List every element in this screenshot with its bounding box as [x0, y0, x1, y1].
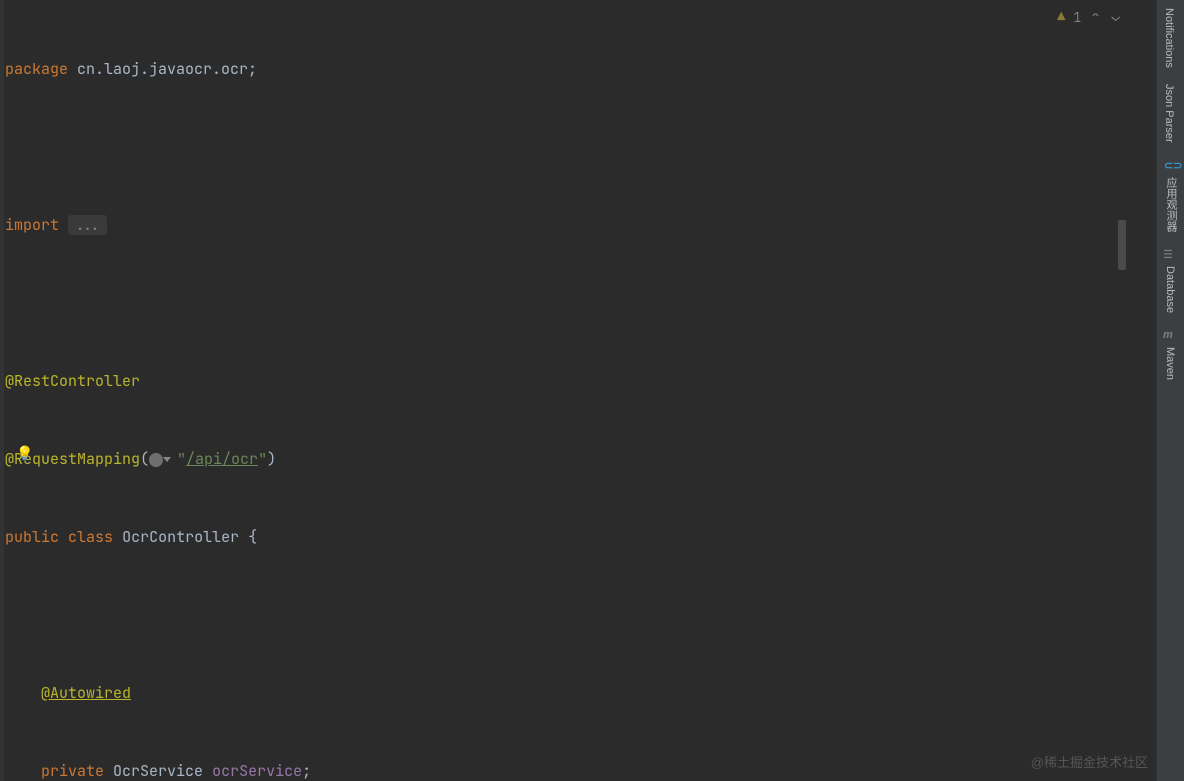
url-gutter-icon[interactable] [149, 446, 177, 472]
prev-highlight-button[interactable]: ⌃ [1089, 8, 1101, 26]
globe-icon [149, 453, 163, 467]
intention-bulb-icon[interactable]: 💡 [16, 445, 32, 461]
maven-icon: m [1163, 329, 1177, 343]
annotation-autowired: @Autowired [41, 683, 131, 703]
field-ocrservice: ocrService [212, 761, 302, 781]
sidebar-label: Json Parser [1163, 84, 1175, 143]
warning-count: 1 [1073, 9, 1081, 26]
warning-icon: ▲ [1057, 8, 1065, 26]
observer-icon: ⊂⊃ [1164, 159, 1178, 173]
inspection-widget[interactable]: ▲ 1 ⌃ ⌄ [1057, 8, 1122, 26]
sidebar-maven[interactable]: m Maven [1157, 321, 1183, 388]
editor-gutter [0, 0, 4, 781]
class-name: OcrController [122, 527, 239, 547]
database-icon: ☰ [1163, 248, 1177, 262]
scroll-thumb[interactable] [1118, 220, 1126, 270]
annotation-restcontroller: @RestController [5, 371, 140, 391]
keyword-import: import [5, 215, 59, 235]
folded-imports[interactable]: ... [68, 215, 107, 235]
sidebar-app-observer[interactable]: ⊂⊃ 应用观测器 [1157, 151, 1184, 240]
code-editor[interactable]: ▲ 1 ⌃ ⌄ package cn.laoj.javaocr.ocr; imp… [0, 0, 1156, 781]
keyword-package: package [5, 59, 68, 79]
api-path: /api/ocr [186, 449, 258, 469]
sidebar-json-parser[interactable]: Json Parser [1157, 76, 1181, 151]
sidebar-label: Maven [1164, 347, 1176, 380]
sidebar-label: 应用观测器 [1163, 177, 1179, 232]
sidebar-label: Notifications [1163, 8, 1175, 68]
package-name: cn.laoj.javaocr.ocr; [68, 59, 257, 79]
right-tool-sidebar: Notifications Json Parser ⊂⊃ 应用观测器 ☰ Dat… [1156, 0, 1184, 781]
scrollbar[interactable] [1116, 0, 1128, 781]
code-content[interactable]: package cn.laoj.javaocr.ocr; import ... … [0, 0, 1156, 781]
watermark: @稀土掘金技术社区 [1031, 752, 1148, 771]
sidebar-label: Database [1164, 266, 1176, 313]
sidebar-notifications[interactable]: Notifications [1157, 0, 1181, 76]
sidebar-database[interactable]: ☰ Database [1157, 240, 1183, 321]
